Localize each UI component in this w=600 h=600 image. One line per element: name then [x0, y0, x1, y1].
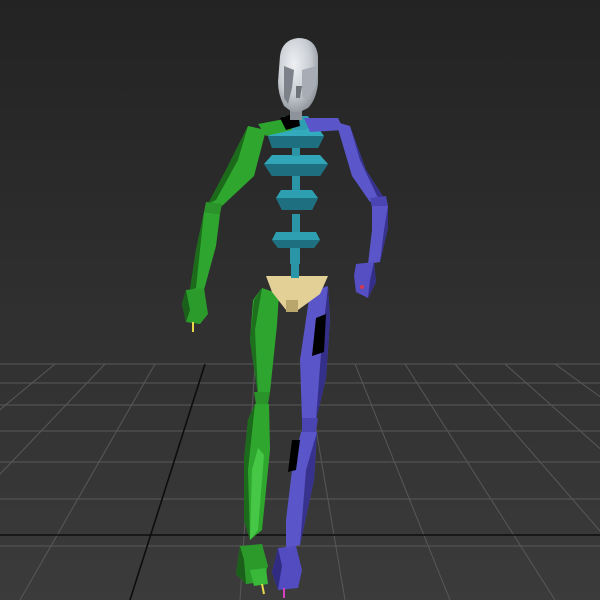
left-elbow [204, 202, 222, 214]
viewport-scene[interactable] [0, 0, 600, 600]
spine-neck-link [291, 262, 299, 278]
3d-viewport[interactable] [0, 0, 600, 600]
right-knee [302, 418, 318, 432]
right-finger-tip [360, 285, 364, 289]
left-knee [254, 392, 270, 404]
